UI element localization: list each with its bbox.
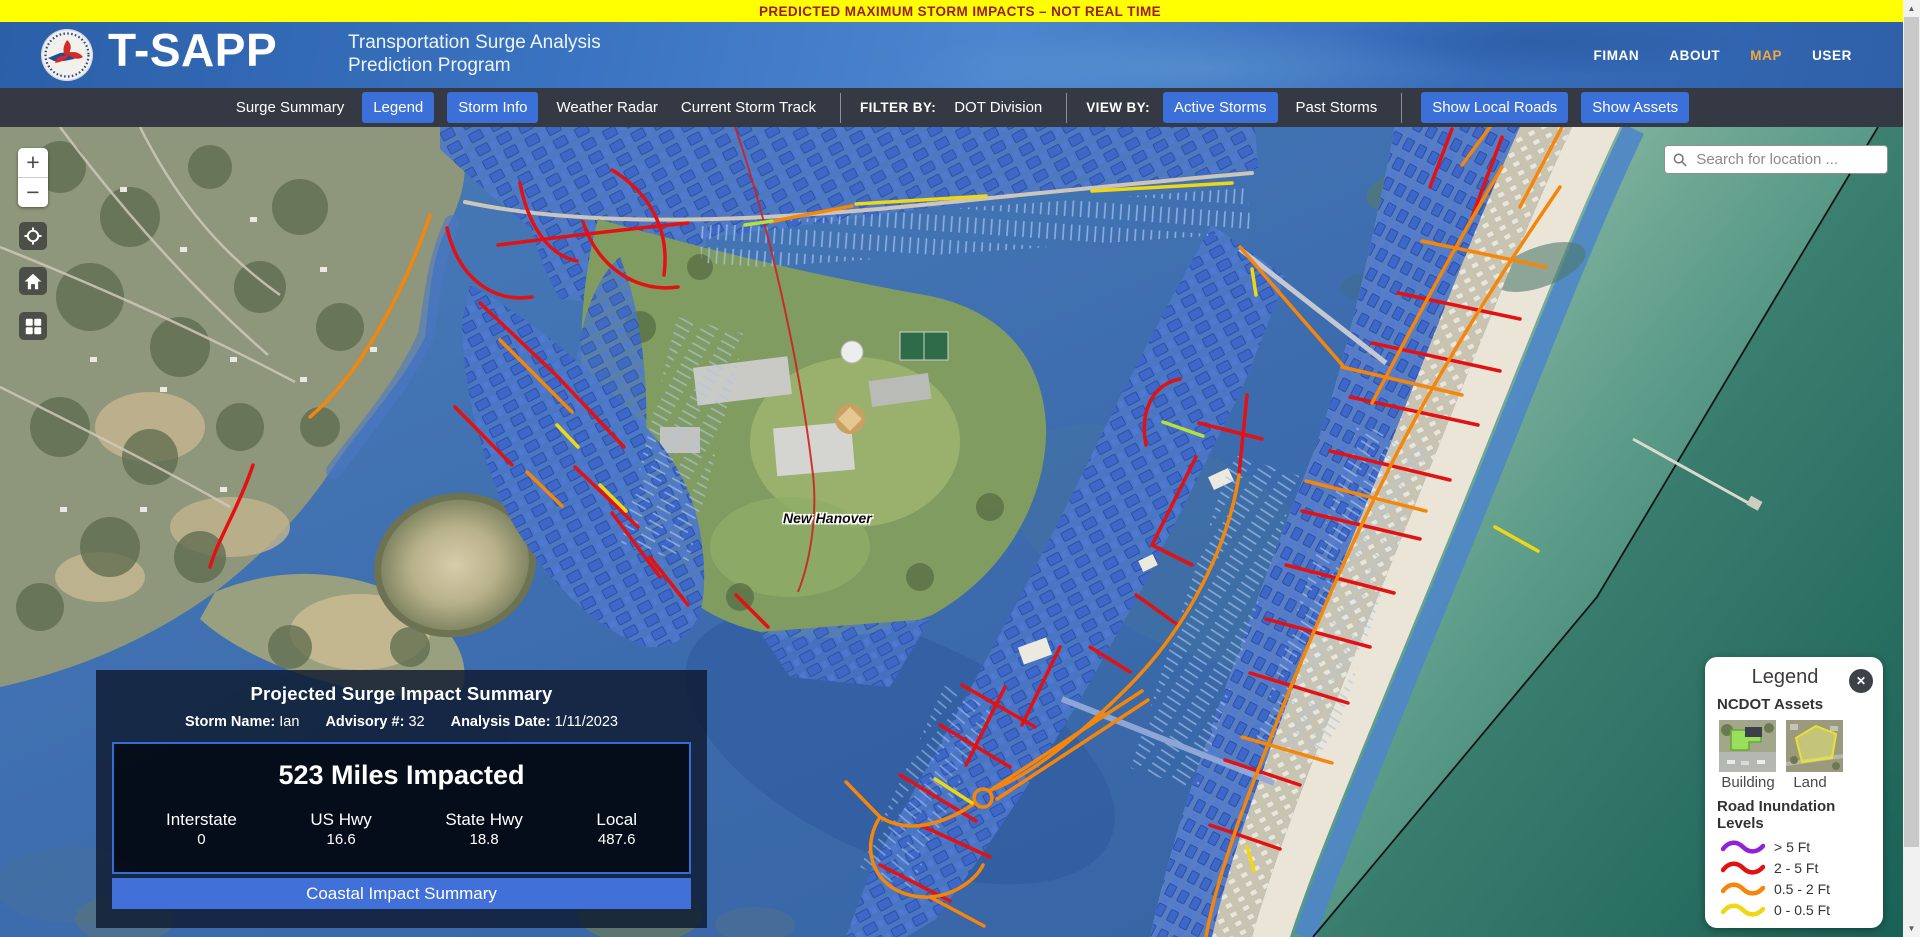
locate-icon: [24, 227, 42, 245]
legend-close-button[interactable]: ✕: [1849, 669, 1873, 693]
zoom-in-icon: +: [26, 149, 39, 176]
nav-item-map[interactable]: MAP: [1750, 48, 1782, 63]
level-row-05-2: 0.5 - 2 Ft: [1721, 878, 1871, 899]
view-by-active-storms-button[interactable]: Active Storms: [1163, 92, 1278, 123]
zoom-out-button[interactable]: −: [18, 178, 48, 207]
scrollbar-thumb[interactable]: [1904, 17, 1919, 847]
legend-title: Legend: [1717, 666, 1871, 689]
road-inundation-heading: Road Inundation Levels: [1717, 798, 1871, 832]
zoom-out-icon: −: [26, 179, 39, 206]
toolbar-current-storm-track[interactable]: Current Storm Track: [676, 93, 821, 122]
filter-by-dot-division[interactable]: DOT Division: [949, 93, 1047, 122]
land-label: Land: [1779, 774, 1841, 791]
toolbar-surge-summary[interactable]: Surge Summary: [231, 93, 349, 122]
impact-col-interstate: Interstate 0: [166, 810, 237, 848]
t-sapp-app: PREDICTED MAXIMUM STORM IMPACTS – NOT RE…: [0, 0, 1920, 937]
storm-name-value: Ian: [279, 714, 299, 730]
wave-swatch-orange: [1721, 881, 1765, 897]
impact-col-local: Local 487.6: [596, 810, 637, 848]
map-toolbar: Surge Summary Legend Storm Info Weather …: [0, 88, 1920, 127]
filter-by-label: FILTER BY:: [860, 100, 936, 115]
toolbar-divider: [1066, 93, 1067, 123]
impact-col-us-hwy: US Hwy 16.6: [310, 810, 371, 848]
building-asset-thumbnail: [1719, 720, 1776, 772]
storm-name-label: Storm Name:: [185, 714, 275, 730]
show-local-roads-button[interactable]: Show Local Roads: [1421, 92, 1568, 123]
close-icon: ✕: [1856, 674, 1866, 688]
browser-scrollbar: ▲ ▼: [1903, 0, 1920, 937]
analysis-date-value: 1/11/2023: [555, 714, 618, 730]
level-row-gt5: > 5 Ft: [1721, 836, 1871, 857]
view-by-past-storms[interactable]: Past Storms: [1291, 93, 1383, 122]
nav-item-about[interactable]: ABOUT: [1669, 48, 1720, 63]
surge-impact-panel: Projected Surge Impact Summary Storm Nam…: [96, 670, 707, 928]
search-input[interactable]: [1694, 150, 1879, 169]
level-row-2-5: 2 - 5 Ft: [1721, 857, 1871, 878]
asset-thumbnails: [1719, 720, 1871, 772]
storm-meta-row: Storm Name: Ian Advisory #: 32 Analysis …: [96, 714, 707, 730]
app-subtitle: Transportation Surge Analysis Prediction…: [348, 31, 601, 77]
zoom-control: + −: [18, 148, 48, 207]
level-row-0-05: 0 - 0.5 Ft: [1721, 899, 1871, 920]
advisory-value: 32: [408, 714, 424, 730]
location-search: [1664, 145, 1888, 174]
impact-col-state-hwy: State Hwy 18.8: [445, 810, 522, 848]
view-by-label: VIEW BY:: [1086, 100, 1150, 115]
top-nav: FIMAN ABOUT MAP USER: [1594, 22, 1852, 88]
toolbar-divider: [840, 93, 841, 123]
land-asset-thumbnail: [1786, 720, 1843, 772]
impact-panel-title: Projected Surge Impact Summary: [96, 683, 707, 705]
wave-swatch-yellow: [1721, 902, 1765, 918]
app-title: T-SAPP: [108, 23, 277, 77]
locate-button[interactable]: [19, 222, 47, 250]
warning-banner-text: PREDICTED MAXIMUM STORM IMPACTS – NOT RE…: [759, 4, 1161, 19]
advisory-label: Advisory #:: [325, 714, 404, 730]
miles-impacted-total: 523 Miles Impacted: [114, 760, 689, 791]
nav-item-fiman[interactable]: FIMAN: [1594, 48, 1640, 63]
toolbar-weather-radar[interactable]: Weather Radar: [551, 93, 662, 122]
show-assets-button[interactable]: Show Assets: [1581, 92, 1689, 123]
asset-labels: Building Land: [1717, 774, 1871, 791]
miles-impacted-box: 523 Miles Impacted Interstate 0 US Hwy 1…: [112, 742, 691, 874]
wave-swatch-red: [1721, 860, 1765, 876]
analysis-date-label: Analysis Date:: [451, 714, 551, 730]
basemap-button[interactable]: [19, 312, 47, 340]
inundation-levels: > 5 Ft 2 - 5 Ft 0.5 - 2 Ft 0 - 0.5 Ft: [1717, 836, 1871, 920]
impact-columns: Interstate 0 US Hwy 16.6 State Hwy 18.8 …: [114, 810, 689, 848]
toolbar-legend-button[interactable]: Legend: [362, 92, 434, 123]
home-icon: [24, 273, 42, 290]
ncdot-seal-logo[interactable]: [40, 28, 94, 82]
warning-banner: PREDICTED MAXIMUM STORM IMPACTS – NOT RE…: [0, 0, 1920, 22]
nav-item-user[interactable]: USER: [1812, 48, 1852, 63]
county-label: New Hanover: [783, 510, 872, 526]
home-button[interactable]: [19, 267, 47, 295]
scroll-up-arrow-icon[interactable]: ▲: [1903, 0, 1920, 17]
basemap-grid-icon: [25, 318, 42, 335]
zoom-in-button[interactable]: +: [18, 148, 48, 177]
toolbar-storm-info-button[interactable]: Storm Info: [447, 92, 538, 123]
app-header: T-SAPP Transportation Surge Analysis Pre…: [0, 22, 1920, 88]
search-icon: [1673, 152, 1687, 168]
coastal-impact-summary-button[interactable]: Coastal Impact Summary: [112, 878, 691, 909]
toolbar-divider: [1401, 93, 1402, 123]
building-label: Building: [1717, 774, 1779, 791]
ncdot-assets-heading: NCDOT Assets: [1717, 696, 1871, 713]
wave-swatch-purple: [1721, 839, 1765, 855]
scroll-down-arrow-icon[interactable]: ▼: [1903, 920, 1920, 937]
legend-panel: ✕ Legend NCDOT Assets Building: [1705, 657, 1883, 928]
